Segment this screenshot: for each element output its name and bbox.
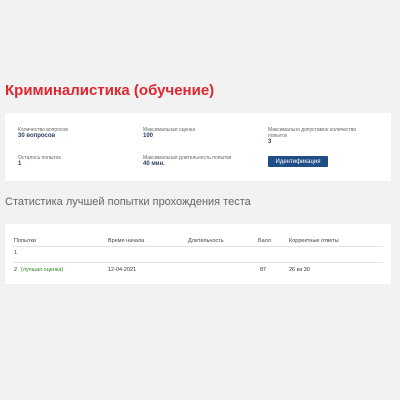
page-title: Криминалистика (обучение) [5, 82, 215, 99]
max-attempts-value: 3 [268, 139, 272, 145]
column-header-score: Балл [258, 238, 272, 244]
attempts-table: Попытки Время начала Длительность Балл К… [5, 224, 391, 284]
test-info-card: Количество вопросов 30 вопросов Максимал… [5, 113, 391, 181]
column-header-duration: Длительность [188, 238, 224, 244]
column-header-start-time: Время начала [108, 238, 145, 244]
row-attempt-number: 1 [14, 250, 18, 256]
row-correct-answers: 26 из 30 [289, 267, 310, 273]
row-attempt-number: 2 [14, 267, 18, 273]
max-score-value: 100 [143, 133, 154, 139]
questions-count: Количество вопросов 30 вопросов [18, 127, 68, 140]
questions-count-value: 30 вопросов [18, 133, 56, 139]
row-start-time: 12-04-2021 [108, 267, 137, 273]
identification-button[interactable]: Идентификация [268, 156, 328, 167]
best-score-note: (лучшая оценка) [21, 267, 64, 273]
max-score: Максимальная оценка 100 [143, 127, 195, 140]
max-attempts-label: Максимально допустимое количество попыто… [268, 127, 357, 139]
max-duration-value: 40 мин. [143, 161, 165, 167]
attempts-left-value: 1 [18, 161, 22, 167]
max-attempts: Максимально допустимое количество попыто… [268, 127, 368, 146]
row-score: 87 [260, 267, 267, 273]
column-header-attempts: Попытки [14, 238, 36, 244]
table-divider [13, 262, 383, 263]
table-divider [13, 246, 383, 247]
column-header-correct-answers: Корректные ответы [289, 238, 339, 244]
max-duration: Максимальная длительность попытки 40 мин… [143, 155, 231, 168]
stats-section-title: Статистика лучшей попытки прохождения те… [5, 196, 251, 208]
attempts-left: Осталось попыток 1 [18, 155, 61, 168]
attempts-left-label: Осталось попыток [18, 155, 61, 161]
